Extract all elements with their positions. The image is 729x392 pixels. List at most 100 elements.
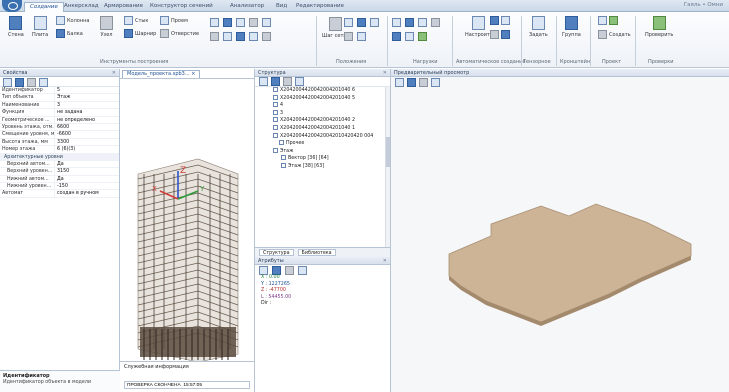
property-value[interactable]: Да	[54, 175, 119, 183]
panel-close-icon[interactable]: ✕	[112, 69, 116, 77]
load-case-icon[interactable]	[392, 32, 401, 41]
elevation-icon[interactable]	[344, 32, 353, 41]
property-value[interactable]: 5	[54, 87, 119, 94]
property-row[interactable]: Архитектурные уровни	[0, 153, 119, 161]
show-icon[interactable]	[295, 77, 304, 86]
property-row[interactable]: Геометрическое ... не определено	[0, 116, 119, 124]
property-value[interactable]: не задана	[54, 109, 119, 116]
tree-item[interactable]: Вектор [36] [64]	[255, 155, 390, 163]
load-table-icon[interactable]	[418, 32, 427, 41]
wall-button[interactable]: Стена	[8, 16, 24, 38]
viewport-3d[interactable]: Z X Y	[120, 78, 254, 363]
auto-wall-icon[interactable]	[501, 16, 510, 25]
property-value[interactable]: 3150	[54, 168, 119, 175]
info-icon[interactable]	[298, 265, 307, 275]
property-row[interactable]: Функция не задана	[0, 109, 119, 117]
assign-button[interactable]: Задать	[529, 16, 548, 38]
tree-item[interactable]: X2042004420042004201040 6	[255, 87, 390, 95]
property-row[interactable]: Автомат создан в ручном	[0, 190, 119, 198]
property-row[interactable]: Уровень этажа, отм. 6600	[0, 123, 119, 132]
opening-button[interactable]: Проем	[160, 16, 188, 25]
section-icon[interactable]	[370, 18, 379, 27]
joint-button[interactable]: Стык	[124, 16, 148, 25]
property-value[interactable]: 6 (6)(3)	[54, 146, 119, 153]
move-tool-icon[interactable]	[210, 32, 219, 41]
panel-close-icon[interactable]: ✕	[383, 257, 387, 265]
property-row[interactable]: Верхний уровен... 3150	[0, 168, 119, 176]
property-value[interactable]: Да	[54, 160, 119, 168]
tab-reinforcement[interactable]: Армирование	[104, 2, 143, 12]
tab-view[interactable]: Вид	[276, 2, 287, 12]
line-tool-icon[interactable]	[210, 18, 219, 27]
property-value[interactable]: Этаж	[54, 94, 119, 101]
project-export-icon[interactable]	[609, 16, 618, 25]
property-value[interactable]: не определено	[54, 116, 119, 123]
search-icon[interactable]	[39, 78, 48, 87]
filter-icon[interactable]	[27, 78, 36, 87]
offset-tool-icon[interactable]	[262, 18, 271, 27]
auto-floor-icon[interactable]	[490, 16, 499, 25]
tab-anchors[interactable]: Анкерсклад	[64, 2, 99, 12]
group-button[interactable]: Группа	[562, 16, 581, 38]
point-load-icon[interactable]	[392, 18, 401, 27]
tab-edit[interactable]: Редактирование	[296, 2, 344, 12]
tree-item[interactable]: X2042004420042004201040 2	[255, 117, 390, 125]
arc-tool-icon[interactable]	[236, 18, 245, 27]
level-icon[interactable]	[344, 18, 353, 27]
tab-library[interactable]: Библиотека	[297, 249, 336, 256]
property-row[interactable]: Нижний автом... Да	[0, 175, 119, 184]
project-create[interactable]: Создать	[598, 30, 631, 39]
property-value[interactable]: -6600	[54, 131, 119, 138]
property-row[interactable]: Номер этажа 6 (6)(3)	[0, 146, 119, 154]
polyline-tool-icon[interactable]	[249, 18, 258, 27]
property-row[interactable]: Высота этажа, мм 3300	[0, 138, 119, 147]
service-info-field[interactable]	[124, 381, 250, 389]
tree-scrollbar[interactable]	[385, 87, 390, 247]
property-row[interactable]: Наименование 3	[0, 101, 119, 110]
snap-icon[interactable]	[272, 265, 281, 275]
copy-tool-icon[interactable]	[223, 32, 232, 41]
moment-load-icon[interactable]	[431, 18, 440, 27]
trim-tool-icon[interactable]	[262, 32, 271, 41]
rect-tool-icon[interactable]	[223, 18, 232, 27]
auto-beam-icon[interactable]	[501, 30, 510, 39]
load-combo-icon[interactable]	[405, 32, 414, 41]
tree-item[interactable]: Этаж [38] [63]	[255, 162, 390, 171]
auto-column-icon[interactable]	[490, 30, 499, 39]
node-button[interactable]: Узел	[100, 16, 113, 38]
hinge-button[interactable]: Шарнир	[124, 29, 156, 38]
category-icon[interactable]	[15, 78, 24, 87]
slab-button[interactable]: Плита	[32, 16, 48, 38]
axis-icon[interactable]	[357, 18, 366, 27]
property-value[interactable]: -150	[54, 183, 119, 190]
project-settings-icon[interactable]	[598, 16, 607, 25]
rotate-tool-icon[interactable]	[236, 32, 245, 41]
tree-item[interactable]: X20420044200420042010420420 004	[255, 132, 390, 141]
tree-item[interactable]: 3	[255, 109, 390, 118]
check-button[interactable]: Проверить	[645, 16, 673, 38]
measure-icon[interactable]	[285, 265, 294, 275]
tab-analyzer[interactable]: Анализатор	[230, 2, 264, 12]
hole-button[interactable]: Отверстие	[160, 29, 199, 38]
property-row[interactable]: Идентификатор 5	[0, 87, 119, 95]
property-row[interactable]: Нижний уровен... -150	[0, 183, 119, 191]
dimension-icon[interactable]	[357, 32, 366, 41]
property-row[interactable]: Верхний автом... Да	[0, 160, 119, 169]
slab-preview-render[interactable]	[391, 86, 729, 386]
mirror-tool-icon[interactable]	[249, 32, 258, 41]
tree-item[interactable]: X2042004420042004201040 5	[255, 94, 390, 103]
pick-icon[interactable]	[259, 265, 268, 275]
property-value[interactable]: 3	[54, 101, 119, 109]
tree-item[interactable]: Этаж	[255, 147, 390, 156]
property-value[interactable]: 3300	[54, 138, 119, 146]
configure-button[interactable]: Настроить	[465, 16, 493, 38]
tree-item[interactable]: 4	[255, 102, 390, 110]
beam-button[interactable]: Балка	[56, 29, 83, 38]
property-row[interactable]: Тип объекта Этаж	[0, 94, 119, 102]
property-row[interactable]: Смещение уровня, мм -6600	[0, 131, 119, 139]
tab-create[interactable]: Создание	[24, 2, 64, 12]
line-load-icon[interactable]	[405, 18, 414, 27]
filter-icon[interactable]	[283, 77, 292, 86]
sort-icon[interactable]	[3, 78, 12, 87]
area-load-icon[interactable]	[418, 18, 427, 27]
